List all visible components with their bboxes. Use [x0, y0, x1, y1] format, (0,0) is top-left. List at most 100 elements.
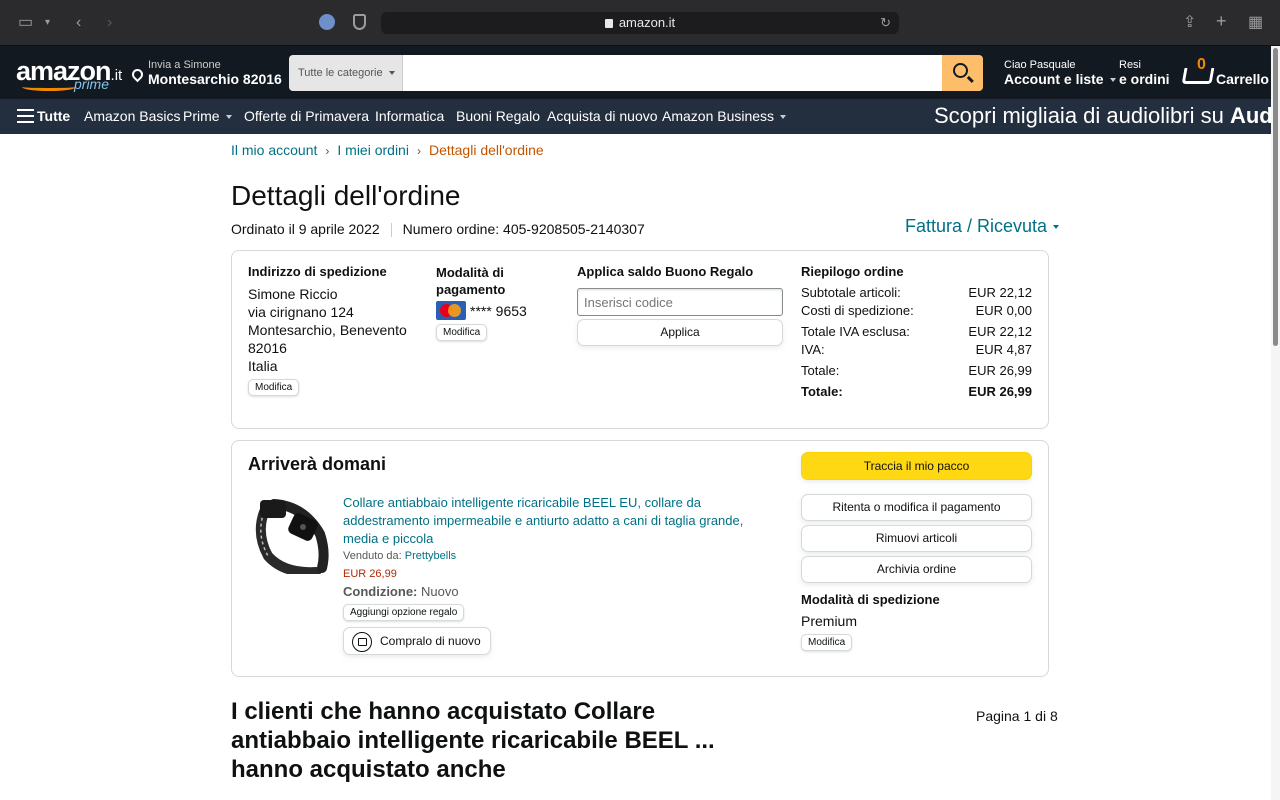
summary-row: Subtotale articoli: EUR 22,12 [801, 285, 1032, 300]
nav-acquista-di-nuovo[interactable]: Acquista di nuovo [547, 108, 658, 124]
edit-address-button[interactable]: Modifica [248, 379, 300, 396]
orders-line2: e ordini [1119, 71, 1170, 87]
account-greeting: Ciao Pasquale [1004, 59, 1076, 71]
edit-payment-button[interactable]: Modifica [436, 324, 488, 341]
page-title: Dettagli dell'ordine [231, 180, 461, 211]
edit-shipping-method-button[interactable]: Modifica [801, 634, 853, 651]
chevron-down-icon[interactable]: ▾ [45, 13, 50, 33]
hamburger-icon[interactable] [17, 109, 34, 123]
shipping-method-heading: Modalità di spedizione [801, 592, 940, 607]
tab-overview-icon[interactable]: ▦ [1248, 13, 1263, 33]
track-package-button[interactable]: Traccia il mio pacco [801, 452, 1032, 480]
orders-line1: Resi [1119, 59, 1142, 71]
product-condition: Condizione: Nuovo [343, 584, 459, 599]
card-number: **** 9653 [470, 303, 527, 319]
order-date: Ordinato il 9 aprile 2022 [231, 221, 380, 237]
cart-icon [1181, 68, 1215, 84]
buy-again-button[interactable]: Compralo di nuovo [343, 627, 491, 655]
url-text: amazon.it [618, 15, 676, 30]
nav-all[interactable]: Tutte [37, 108, 70, 124]
browser-toolbar: ▭ ▾ ‹ › amazon.it ↻ ⇪ + ▦ [0, 0, 1280, 46]
product-price: EUR 26,99 [343, 568, 397, 580]
apply-gift-button[interactable]: Applica [577, 319, 783, 346]
amazon-header: amazon.it prime Invia a Simone Montesarc… [0, 46, 1271, 99]
nav-buoni-regalo[interactable]: Buoni Regalo [456, 108, 540, 124]
remove-items-button[interactable]: Rimuovi articoli [801, 525, 1032, 552]
account-label: Account e liste [1004, 71, 1104, 87]
sold-by: Venduto da: Prettybells [343, 550, 457, 562]
address-line: 82016 [248, 340, 287, 356]
address-line: Simone Riccio [248, 286, 338, 302]
chevron-right-icon: › [325, 144, 330, 158]
address-line: via cirignano 124 [248, 304, 354, 320]
nav-informatica[interactable]: Informatica [375, 108, 444, 124]
nav-amazon-basics[interactable]: Amazon Basics [84, 108, 180, 124]
shipping-address: Indirizzo di spedizione Simone Riccio vi… [248, 264, 418, 396]
location-pin-icon [129, 66, 146, 83]
share-icon[interactable]: ⇪ [1183, 13, 1196, 33]
payment-heading: Modalità di pagamento [436, 265, 506, 297]
summary-row: IVA: EUR 4,87 [801, 342, 1032, 357]
invoice-link[interactable]: Fattura / Ricevuta [905, 216, 1060, 237]
breadcrumb-account[interactable]: Il mio account [231, 142, 317, 158]
payment-method: Modalità di pagamento [436, 264, 526, 298]
cart-label: Carrello [1216, 71, 1269, 87]
address-line: Montesarchio, Benevento [248, 322, 407, 338]
nav-amazon-business[interactable]: Amazon Business [662, 108, 787, 124]
chevron-right-icon: › [416, 144, 421, 158]
gift-code-input[interactable] [577, 288, 783, 316]
new-tab-icon[interactable]: + [1216, 11, 1227, 31]
shipping-heading: Indirizzo di spedizione [248, 264, 387, 279]
back-icon[interactable]: ‹ [76, 13, 81, 33]
audible-promo[interactable]: Scopri migliaia di audiolibri su Audible [934, 103, 1280, 129]
archive-order-button[interactable]: Archivia ordine [801, 556, 1032, 583]
nav-prime[interactable]: Prime [183, 108, 232, 124]
address-bar[interactable]: amazon.it ↻ [381, 12, 899, 34]
lock-icon [604, 19, 613, 28]
prime-label: prime [74, 76, 110, 92]
summary-row: Totale IVA esclusa: EUR 22,12 [801, 324, 1032, 339]
shield-icon[interactable] [353, 14, 366, 30]
deliver-line2: Montesarchio 82016 [148, 71, 282, 87]
order-number: Numero ordine: 405-9208505-2140307 [402, 221, 645, 237]
forward-icon: › [107, 14, 113, 31]
account-menu[interactable]: Ciao Pasquale Account e liste [1004, 59, 1116, 87]
search-bar: Tutte le categorie [289, 55, 983, 91]
caret-down-icon [388, 71, 395, 76]
order-meta: Ordinato il 9 aprile 2022 Numero ordine: … [231, 221, 645, 238]
product-image[interactable] [254, 494, 332, 574]
product-title-link[interactable]: Collare antiabbaio intelligente ricarica… [343, 494, 763, 548]
returns-orders-link[interactable]: Resi e ordini [1119, 59, 1170, 87]
sidebar-toggle-icon[interactable]: ▭ [18, 13, 33, 33]
breadcrumb-orders[interactable]: I miei ordini [337, 142, 409, 158]
delivery-status: Arriverà domani [248, 454, 387, 474]
scrollbar[interactable] [1271, 46, 1280, 800]
search-icon [953, 63, 968, 78]
address-line: Italia [248, 358, 278, 374]
mastercard-icon [436, 301, 466, 320]
shipping-method: Premium [801, 613, 858, 629]
breadcrumb: Il mio account › I miei ordini › Dettagli de… [231, 142, 544, 158]
scrollbar-thumb[interactable] [1273, 48, 1278, 346]
summary-grand-total: Totale: EUR 26,99 [801, 384, 1032, 399]
extension-icon[interactable] [319, 14, 335, 30]
gift-option-button[interactable]: Aggiungi opzione regalo [343, 604, 465, 621]
reload-icon[interactable]: ↻ [880, 12, 891, 34]
summary-row: Totale: EUR 26,99 [801, 363, 1032, 378]
carousel-page-count: Pagina 1 di 8 [976, 708, 1058, 724]
search-category-select[interactable]: Tutte le categorie [289, 55, 403, 91]
breadcrumb-current: Dettagli dell'ordine [428, 142, 544, 158]
summary-row: Costi di spedizione: EUR 0,00 [801, 303, 1032, 318]
search-button[interactable] [942, 55, 983, 91]
sub-nav: Tutte Amazon Basics Prime Offerte di Pri… [0, 99, 1280, 134]
retry-payment-button[interactable]: Ritenta o modifica il pagamento [801, 494, 1032, 521]
buy-again-icon [352, 631, 372, 652]
summary-heading: Riepilogo ordine [801, 264, 904, 279]
recommendations-title: I clienti che hanno acquistato Collare a… [231, 698, 715, 783]
deliver-line1: Invia a Simone [148, 59, 221, 71]
gift-card-heading: Applica saldo Buono Regalo [577, 264, 754, 279]
seller-link[interactable]: Prettybells [405, 550, 456, 562]
search-input[interactable] [403, 55, 943, 91]
caret-down-icon [1053, 225, 1060, 230]
nav-offerte[interactable]: Offerte di Primavera [244, 108, 369, 124]
